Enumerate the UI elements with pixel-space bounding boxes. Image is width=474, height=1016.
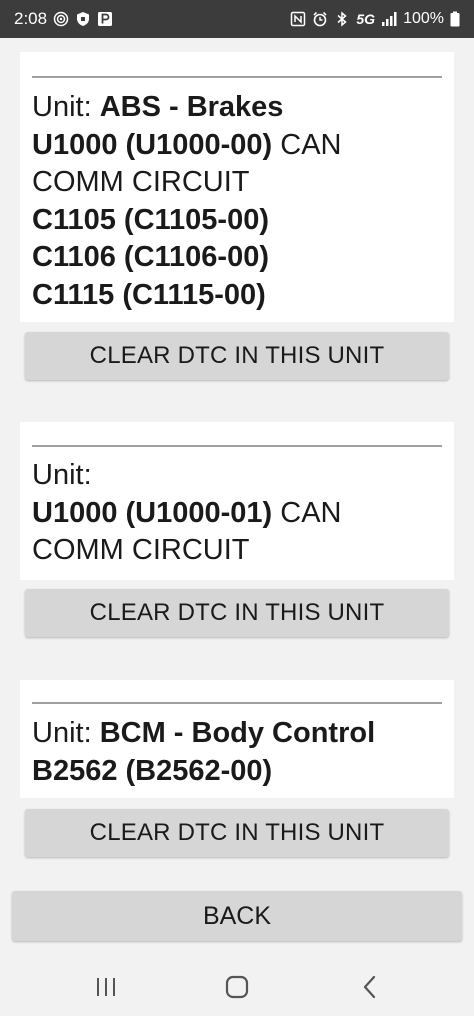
- shield-icon: [75, 11, 91, 27]
- network-type: 5G: [356, 11, 376, 27]
- dtc-line: B2562 (B2562-00): [32, 754, 273, 787]
- divider: [32, 702, 442, 704]
- clear-dtc-button[interactable]: CLEAR DTC IN THIS UNIT: [25, 589, 449, 637]
- alarm-icon: [312, 11, 328, 27]
- battery-icon: [450, 11, 460, 27]
- back-arrow-icon[interactable]: [356, 973, 384, 1001]
- dtc-line: U1000 (U1000-01) CAN: [32, 496, 342, 529]
- signal-icon: [381, 11, 397, 27]
- dtc-line: C1105 (C1105-00): [32, 203, 269, 236]
- dtc-description: COMM CIRCUIT: [32, 166, 250, 198]
- dtc-description: COMM CIRCUIT: [32, 534, 250, 566]
- unit-card-bcm: Unit: BCM - Body Control B2562 (B2562-00…: [20, 680, 454, 798]
- nfc-icon: [290, 11, 306, 27]
- recent-apps-icon[interactable]: [92, 973, 120, 1001]
- unit-card-abs: Unit: ABS - Brakes U1000 (U1000-00) CAN …: [20, 52, 454, 322]
- battery-level: 100%: [403, 10, 444, 27]
- unit-title: Unit: ABS - Brakes: [32, 91, 284, 123]
- divider: [32, 76, 442, 78]
- dtc-line: C1106 (C1106-00): [32, 241, 269, 273]
- divider: [32, 445, 442, 447]
- bluetooth-icon: [334, 11, 350, 27]
- hotspot-icon: [53, 11, 69, 27]
- status-time: 2:08: [14, 9, 48, 28]
- status-bar: 2:08 5G 100%: [0, 0, 474, 38]
- back-button[interactable]: BACK: [12, 891, 462, 941]
- unit-title: Unit:: [32, 459, 92, 491]
- unit-card-unknown: Unit: U1000 (U1000-01) CAN COMM CIRCUIT: [20, 422, 454, 580]
- clear-dtc-button[interactable]: CLEAR DTC IN THIS UNIT: [25, 809, 449, 857]
- parking-icon: [97, 11, 113, 27]
- dtc-line: C1115 (C1115-00): [32, 278, 266, 311]
- home-icon[interactable]: [223, 973, 251, 1001]
- unit-title: Unit: BCM - Body Control: [32, 717, 376, 749]
- clear-dtc-button[interactable]: CLEAR DTC IN THIS UNIT: [25, 332, 449, 380]
- system-nav-bar: [0, 955, 474, 1016]
- dtc-line: U1000 (U1000-00) CAN: [32, 128, 342, 161]
